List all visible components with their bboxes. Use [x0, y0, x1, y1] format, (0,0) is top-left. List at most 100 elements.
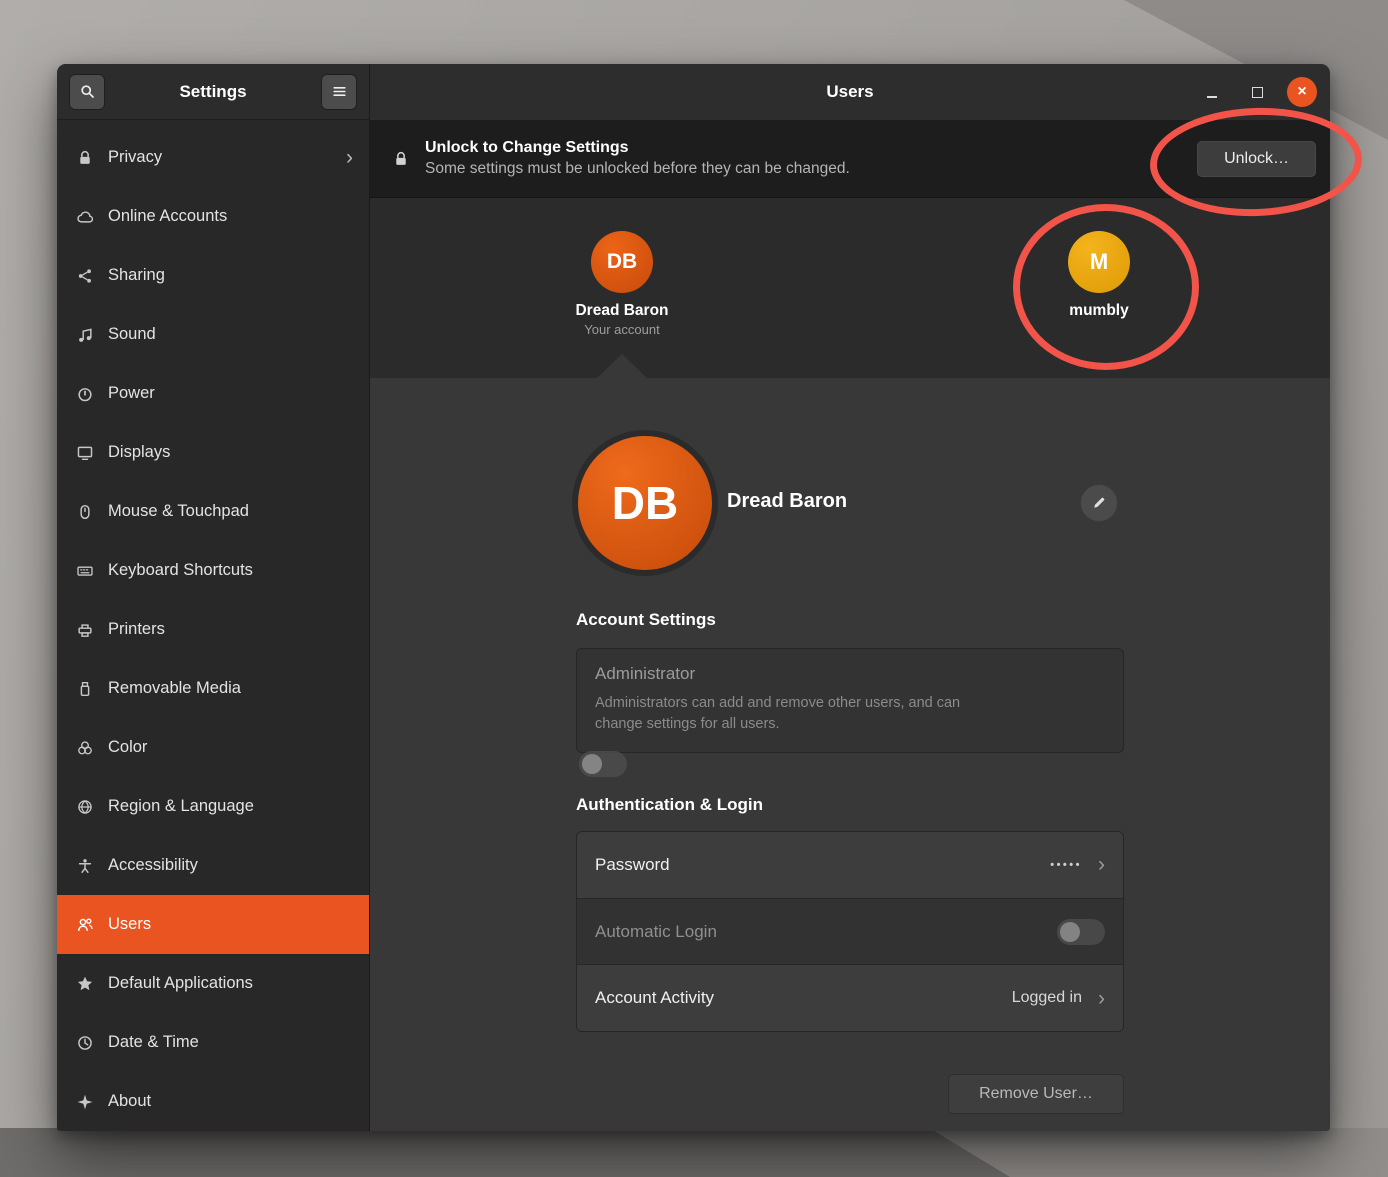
printer-icon: [76, 621, 94, 639]
settings-window: Settings Privacy › Online Accounts: [57, 64, 1330, 1131]
cloud-icon: [76, 208, 94, 226]
sidebar-item-printers[interactable]: Printers: [57, 600, 369, 659]
user-card-mumbly[interactable]: M mumbly: [1009, 231, 1189, 320]
power-icon: [76, 385, 94, 403]
sidebar-item-label: Online Accounts: [108, 207, 227, 226]
avatar-mumbly: M: [1068, 231, 1130, 293]
share-icon: [76, 267, 94, 285]
main-panel: Users × Unlock to Change Settings Some s…: [370, 64, 1330, 1131]
search-icon: [79, 83, 96, 100]
maximize-icon: [1252, 87, 1263, 98]
sidebar-title: Settings: [179, 82, 246, 102]
sidebar-item-label: Users: [108, 915, 151, 934]
desktop-shape: [0, 1128, 1010, 1177]
sidebar-item-users[interactable]: Users: [57, 895, 369, 954]
remove-user-button[interactable]: Remove User…: [948, 1074, 1124, 1114]
authentication-card: Password ••••• › Automatic Login Acco: [576, 831, 1124, 1032]
user-name: mumbly: [1069, 302, 1128, 320]
sidebar-item-label: Region & Language: [108, 797, 254, 816]
sidebar-item-privacy[interactable]: Privacy ›: [57, 128, 369, 187]
search-button[interactable]: [69, 74, 105, 110]
accessibility-icon: [76, 857, 94, 875]
sidebar-item-removable-media[interactable]: Removable Media: [57, 659, 369, 718]
selected-user-pointer: [596, 354, 648, 379]
section-title-account-settings: Account Settings: [576, 610, 716, 630]
password-label: Password: [595, 855, 670, 875]
sidebar-item-default-applications[interactable]: Default Applications: [57, 954, 369, 1013]
sidebar-item-label: Color: [108, 738, 147, 757]
minimize-button[interactable]: [1197, 77, 1227, 107]
profile-initials: DB: [612, 476, 678, 530]
lock-icon: [76, 149, 94, 167]
administrator-label: Administrator: [595, 664, 1105, 684]
display-icon: [76, 444, 94, 462]
music-note-icon: [76, 326, 94, 344]
sidebar-header: Settings: [57, 64, 369, 120]
star-icon: [76, 975, 94, 993]
close-button[interactable]: ×: [1287, 77, 1317, 107]
hamburger-icon: [331, 83, 348, 100]
sidebar-item-accessibility[interactable]: Accessibility: [57, 836, 369, 895]
sidebar-item-about[interactable]: About: [57, 1072, 369, 1131]
sidebar-item-color[interactable]: Color: [57, 718, 369, 777]
window-controls: ×: [1197, 64, 1317, 120]
sidebar-item-label: Displays: [108, 443, 170, 462]
banner-subtitle: Some settings must be unlocked before th…: [425, 160, 850, 178]
sidebar-item-label: Keyboard Shortcuts: [108, 561, 253, 580]
pencil-icon: [1091, 495, 1107, 511]
administrator-toggle[interactable]: [579, 751, 627, 777]
unlock-button[interactable]: Unlock…: [1197, 141, 1316, 177]
sidebar-item-date-time[interactable]: Date & Time: [57, 1013, 369, 1072]
chevron-right-icon: ›: [1098, 988, 1105, 1009]
toggle-knob: [582, 754, 602, 774]
automatic-login-label: Automatic Login: [595, 922, 717, 942]
sidebar-item-label: Removable Media: [108, 679, 241, 698]
sidebar-item-label: Printers: [108, 620, 165, 639]
lock-icon: [392, 150, 410, 168]
close-icon: ×: [1297, 84, 1306, 100]
sidebar-item-sharing[interactable]: Sharing: [57, 246, 369, 305]
account-activity-label: Account Activity: [595, 988, 714, 1008]
sidebar-item-label: Default Applications: [108, 974, 253, 993]
sidebar-item-sound[interactable]: Sound: [57, 305, 369, 364]
banner-title: Unlock to Change Settings: [425, 139, 850, 157]
color-circles-icon: [76, 739, 94, 757]
sidebar-item-region-language[interactable]: Region & Language: [57, 777, 369, 836]
maximize-button[interactable]: [1242, 77, 1272, 107]
sidebar-item-power[interactable]: Power: [57, 364, 369, 423]
chevron-right-icon: ›: [346, 147, 353, 168]
avatar-initials: DB: [607, 250, 637, 274]
edit-avatar-button[interactable]: [1080, 484, 1118, 522]
desktop-background: Settings Privacy › Online Accounts: [0, 0, 1388, 1177]
avatar-initials: M: [1090, 249, 1108, 275]
account-activity-row[interactable]: Account Activity Logged in ›: [577, 964, 1123, 1031]
user-subtitle: Your account: [584, 322, 659, 337]
chevron-right-icon: ›: [1098, 854, 1105, 875]
automatic-login-toggle[interactable]: [1057, 919, 1105, 945]
minimize-icon: [1207, 96, 1217, 98]
account-activity-value: Logged in: [1012, 989, 1082, 1007]
users-icon: [76, 916, 94, 934]
section-title-authentication: Authentication & Login: [576, 795, 763, 815]
sidebar-list: Privacy › Online Accounts Sharing Sound: [57, 120, 369, 1131]
profile-avatar: DB: [572, 430, 718, 576]
sidebar-item-displays[interactable]: Displays: [57, 423, 369, 482]
clock-icon: [76, 1034, 94, 1052]
user-card-dread-baron[interactable]: DB Dread Baron Your account: [532, 231, 712, 337]
sidebar-item-label: Date & Time: [108, 1033, 199, 1052]
sidebar-item-online-accounts[interactable]: Online Accounts: [57, 187, 369, 246]
headerbar: Users ×: [370, 64, 1330, 120]
sidebar-item-mouse-touchpad[interactable]: Mouse & Touchpad: [57, 482, 369, 541]
password-dots: •••••: [1050, 859, 1082, 871]
user-carousel: DB Dread Baron Your account M mumbly: [370, 198, 1330, 379]
password-row[interactable]: Password ••••• ›: [577, 832, 1123, 898]
menu-button[interactable]: [321, 74, 357, 110]
sidebar-item-label: Sharing: [108, 266, 165, 285]
banner-text: Unlock to Change Settings Some settings …: [425, 139, 850, 178]
profile-name: Dread Baron: [727, 490, 847, 513]
sidebar-item-label: Mouse & Touchpad: [108, 502, 249, 521]
sidebar-item-label: Power: [108, 384, 155, 403]
user-detail-panel: DB Dread Baron Account Settings Administ…: [370, 378, 1330, 1131]
administrator-card: Administrator Administrators can add and…: [576, 648, 1124, 753]
sidebar-item-keyboard-shortcuts[interactable]: Keyboard Shortcuts: [57, 541, 369, 600]
